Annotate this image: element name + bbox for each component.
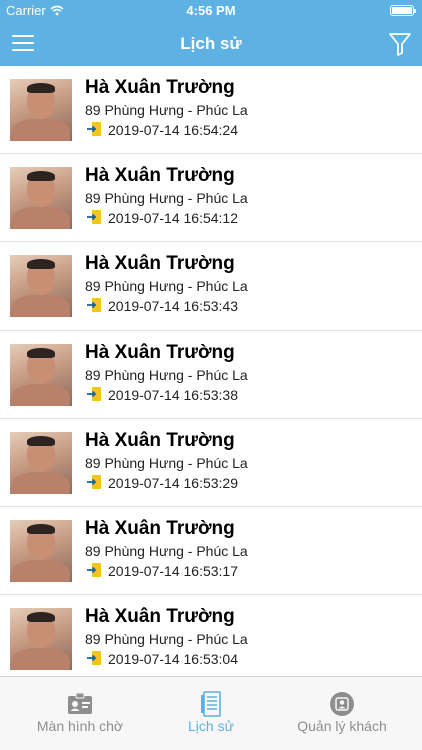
tab-label: Quản lý khách [297,718,387,734]
avatar [10,431,72,494]
checkin-icon [87,298,101,313]
id-card-icon [68,692,92,714]
list-item[interactable]: Hà Xuân Trường 89 Phùng Hưng - Phúc La 2… [0,419,422,507]
tab-bar: Màn hình chờ Lịch sử Quản lý khách [0,676,422,750]
avatar [10,519,72,582]
document-list-icon [201,691,221,717]
guest-address: 89 Phùng Hưng - Phúc La [85,278,248,295]
list-item[interactable]: Hà Xuân Trường 89 Phùng Hưng - Phúc La 2… [0,154,422,243]
checkin-time: 2019-07-14 16:53:17 [108,562,238,579]
filter-funnel-icon[interactable] [388,31,412,57]
guest-name: Hà Xuân Trường [85,429,235,451]
tab-label: Lịch sử [188,718,234,734]
tab-guest-management[interactable]: Quản lý khách [272,677,412,750]
status-bar: Carrier 4:56 PM [0,0,422,22]
checkin-icon [87,122,101,136]
page-title: Lịch sử [180,34,242,53]
navigation-bar: Lịch sử [0,22,422,66]
avatar [10,608,72,671]
checkin-icon [87,651,101,666]
tab-waiting-screen[interactable]: Màn hình chờ [10,677,150,750]
avatar [10,255,72,318]
guest-address: 89 Phùng Hưng - Phúc La [85,366,248,383]
guest-name: Hà Xuân Trường [85,77,235,98]
guest-name: Hà Xuân Trường [85,517,235,539]
checkin-icon [87,386,101,401]
list-item[interactable]: Hà Xuân Trường 89 Phùng Hưng - Phúc La 2… [0,595,422,676]
guest-name: Hà Xuân Trường [85,253,235,275]
tab-label: Màn hình chờ [36,718,124,734]
checkin-time: 2019-07-14 16:54:24 [108,122,238,138]
checkin-icon [87,562,101,577]
guest-address: 89 Phùng Hưng - Phúc La [85,190,248,207]
tab-history[interactable]: Lịch sử [141,677,281,750]
avatar [10,167,72,230]
checkin-time: 2019-07-14 16:53:38 [108,386,238,403]
guest-address: 89 Phùng Hưng - Phúc La [85,631,248,648]
checkin-time: 2019-07-14 16:53:43 [108,298,238,315]
list-item[interactable]: Hà Xuân Trường 89 Phùng Hưng - Phúc La 2… [0,507,422,596]
guest-name: Hà Xuân Trường [85,341,235,363]
guest-address: 89 Phùng Hưng - Phúc La [85,542,248,559]
avatar [10,79,72,141]
guest-name: Hà Xuân Trường [85,606,235,628]
avatar [10,343,72,406]
list-item[interactable]: Hà Xuân Trường 89 Phùng Hưng - Phúc La 2… [0,66,422,155]
list-item[interactable]: Hà Xuân Trường 89 Phùng Hưng - Phúc La 2… [0,242,422,331]
guest-name: Hà Xuân Trường [85,165,235,187]
guest-address: 89 Phùng Hưng - Phúc La [85,102,248,118]
checkin-icon [87,210,101,225]
checkin-icon [87,474,101,489]
checkin-time: 2019-07-14 16:54:12 [108,210,238,227]
contact-badge-icon [330,692,354,716]
history-list[interactable]: Hà Xuân Trường 89 Phùng Hưng - Phúc La 2… [0,66,422,676]
list-item[interactable]: Hà Xuân Trường 89 Phùng Hưng - Phúc La 2… [0,331,422,419]
checkin-time: 2019-07-14 16:53:29 [108,474,238,491]
battery-icon [390,5,416,16]
clock: 4:56 PM [186,3,236,18]
guest-address: 89 Phùng Hưng - Phúc La [85,454,248,471]
checkin-time: 2019-07-14 16:53:04 [108,651,238,668]
